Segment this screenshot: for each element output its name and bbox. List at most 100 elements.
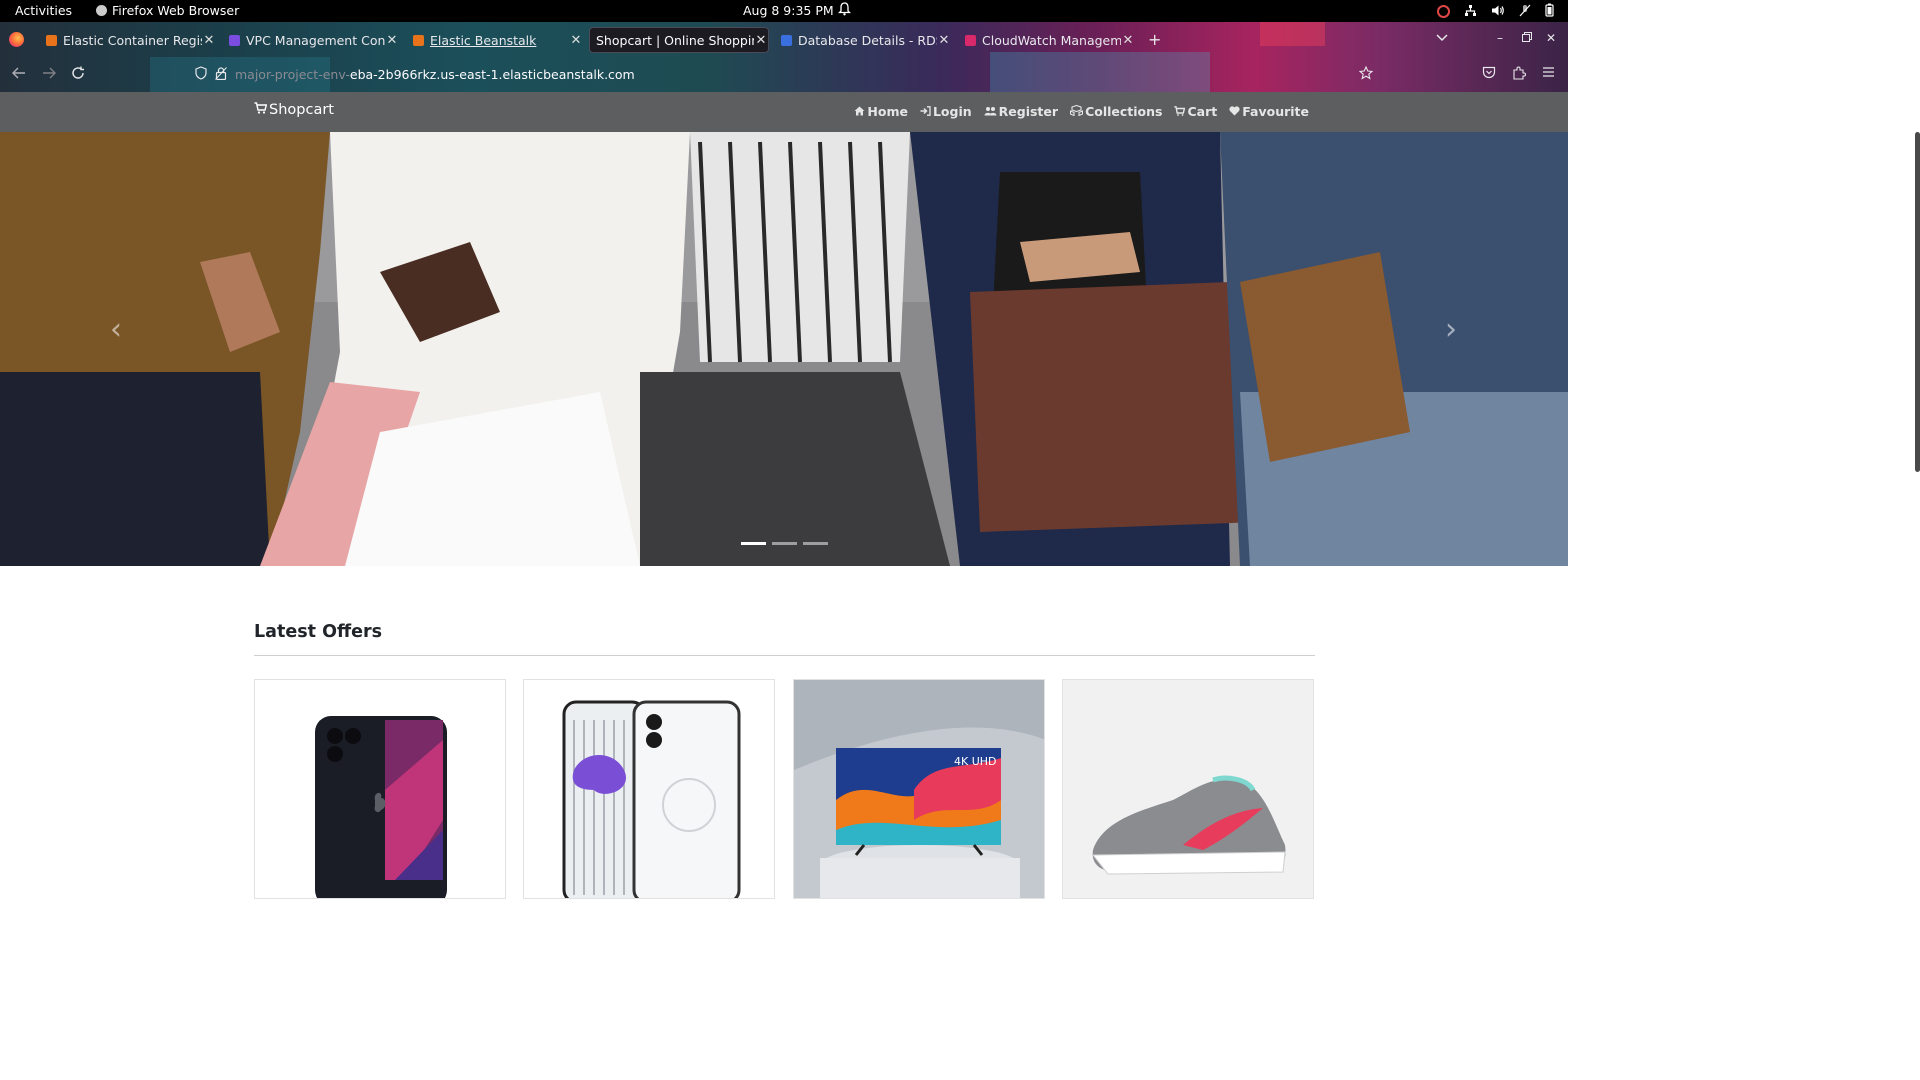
tab-elastic-container-registry[interactable]: Elastic Container Regist ✕ [44, 27, 216, 53]
tab-shopcart[interactable]: Shopcart | Online Shopping ✕ [589, 27, 769, 53]
carousel-prev-chevron-left-icon[interactable]: ‹ [110, 312, 122, 347]
carousel-indicator-2[interactable] [772, 542, 797, 545]
aws-cloudwatch-favicon-icon [965, 34, 976, 46]
tab-title: Shopcart | Online Shopping [596, 32, 754, 48]
close-tab-icon[interactable]: ✕ [1121, 33, 1135, 48]
product-card-sneaker[interactable] [1062, 679, 1314, 899]
brand-link[interactable]: Shopcart [254, 102, 334, 118]
nav-home-label: Home [867, 104, 908, 119]
sneaker-product-image [1063, 680, 1313, 898]
latest-offers-heading: Latest Offers [254, 622, 383, 642]
tv-4k-uhd-badge: 4K UHD [954, 755, 997, 768]
tab-title: CloudWatch Managemen [982, 32, 1121, 48]
television-product-image [794, 680, 1044, 898]
tab-bar: Elastic Container Regist ✕ VPC Managemen… [0, 22, 1568, 58]
url-subdomain: major-project-env- [235, 67, 350, 82]
clock[interactable]: Aug 8 9:35 PM [743, 3, 834, 18]
close-tab-icon[interactable]: ✕ [202, 33, 216, 48]
nav-favourite-link[interactable]: Favourite [1229, 104, 1309, 119]
app-name: Firefox Web Browser [112, 3, 240, 18]
firefox-logo-icon[interactable] [9, 32, 24, 47]
cart-icon [1174, 104, 1186, 119]
reload-icon[interactable] [71, 66, 85, 84]
list-all-tabs-chevron-down-icon[interactable] [1436, 32, 1448, 45]
carousel-indicator-1[interactable] [741, 542, 766, 545]
product-card-television[interactable]: 4K UHD [793, 679, 1045, 899]
app-menu[interactable]: Firefox Web Browser [96, 3, 239, 18]
system-top-bar: Activities Firefox Web Browser Aug 8 9:3… [0, 0, 1568, 22]
navigation-toolbar: major-project-env-eba-2b966rkz.us-east-1… [0, 58, 1568, 92]
network-icon[interactable] [1464, 4, 1477, 20]
tab-elastic-beanstalk[interactable]: Elastic Beanstalk ✕ [411, 27, 583, 53]
tracking-protection-shield-icon[interactable] [195, 66, 207, 83]
nav-home-link[interactable]: Home [854, 104, 908, 119]
product-card-iphone[interactable] [254, 679, 506, 899]
volume-icon[interactable] [1491, 4, 1505, 20]
carousel-next-chevron-right-icon[interactable]: › [1445, 312, 1457, 347]
battery-icon[interactable] [1545, 3, 1554, 20]
tab-title: Elastic Beanstalk [430, 32, 537, 48]
page-scrollbar[interactable] [1915, 132, 1920, 472]
iphone-product-image [315, 716, 447, 898]
restore-window-icon[interactable] [1522, 31, 1532, 45]
hero-shopping-image [0, 132, 1568, 566]
browser-chrome: Elastic Container Regist ✕ VPC Managemen… [0, 22, 1568, 92]
nav-cart-label: Cart [1187, 104, 1218, 119]
site-navbar: Shopcart Home Login Register Collections… [0, 92, 1568, 132]
nav-login-link[interactable]: Login [920, 104, 972, 119]
heart-icon [1229, 104, 1240, 119]
notification-bell-icon[interactable] [837, 2, 852, 19]
close-tab-icon[interactable]: ✕ [754, 33, 768, 48]
tab-cloudwatch-management[interactable]: CloudWatch Managemen ✕ [963, 27, 1135, 53]
product-card-nothing-phone[interactable] [523, 679, 775, 899]
extensions-puzzle-icon[interactable] [1512, 66, 1526, 84]
hamburger-menu-icon[interactable] [1542, 66, 1555, 82]
nav-collections-label: Collections [1085, 104, 1163, 119]
system-tray[interactable] [1437, 3, 1554, 20]
nothing-phone-product-image [562, 700, 741, 898]
url-domain: eba-2b966rkz.us-east-1.elasticbeanstalk.… [349, 67, 635, 82]
tab-title: Elastic Container Regist [63, 32, 202, 48]
url-bar[interactable]: major-project-env-eba-2b966rkz.us-east-1… [195, 66, 635, 83]
nav-register-label: Register [998, 104, 1059, 119]
tab-database-details-rds[interactable]: Database Details - RDS M ✕ [779, 27, 951, 53]
nav-favourite-label: Favourite [1242, 104, 1309, 119]
tab-title: VPC Management Conso [246, 32, 385, 48]
pocket-icon[interactable] [1482, 66, 1496, 83]
tab-vpc-management-console[interactable]: VPC Management Conso ✕ [227, 27, 399, 53]
nav-cart-link[interactable]: Cart [1174, 104, 1217, 119]
nav-collections-link[interactable]: Collections [1070, 104, 1162, 119]
aws-rds-favicon-icon [781, 34, 792, 46]
activities-button[interactable]: Activities [15, 3, 72, 18]
nav-register-link[interactable]: Register [984, 104, 1058, 119]
aws-vpc-favicon-icon [229, 34, 240, 46]
hero-carousel: ‹ › [0, 132, 1568, 566]
url-text: major-project-env-eba-2b966rkz.us-east-1… [235, 67, 635, 82]
close-tab-icon[interactable]: ✕ [385, 33, 399, 48]
shopping-cart-icon [254, 102, 268, 118]
chrome-status-icon[interactable] [1437, 5, 1450, 18]
insecure-lock-icon[interactable] [215, 66, 227, 83]
register-icon [984, 104, 997, 119]
microphone-muted-icon[interactable] [1519, 4, 1531, 20]
minimize-window-icon[interactable]: – [1497, 31, 1503, 45]
nav-login-label: Login [932, 104, 972, 119]
forward-arrow-icon[interactable] [42, 66, 56, 84]
tab-title: Database Details - RDS M [798, 32, 937, 48]
brand-name: Shopcart [269, 102, 334, 118]
home-icon [854, 104, 865, 119]
login-icon [920, 104, 931, 119]
aws-beanstalk-favicon-icon [413, 34, 424, 46]
carousel-indicator-3[interactable] [803, 542, 828, 545]
close-tab-icon[interactable]: ✕ [937, 33, 951, 48]
site-nav-links: Home Login Register Collections Cart Fav… [854, 104, 1309, 119]
close-tab-icon[interactable]: ✕ [569, 33, 583, 48]
back-arrow-icon[interactable] [12, 66, 26, 84]
divider [254, 655, 1315, 656]
new-tab-plus-icon[interactable]: + [1148, 30, 1161, 49]
bookmark-star-icon[interactable] [1358, 65, 1374, 84]
collections-icon [1070, 104, 1084, 119]
carousel-indicators [741, 542, 828, 545]
close-window-icon[interactable]: ✕ [1546, 31, 1556, 45]
aws-ecr-favicon-icon [46, 34, 57, 46]
